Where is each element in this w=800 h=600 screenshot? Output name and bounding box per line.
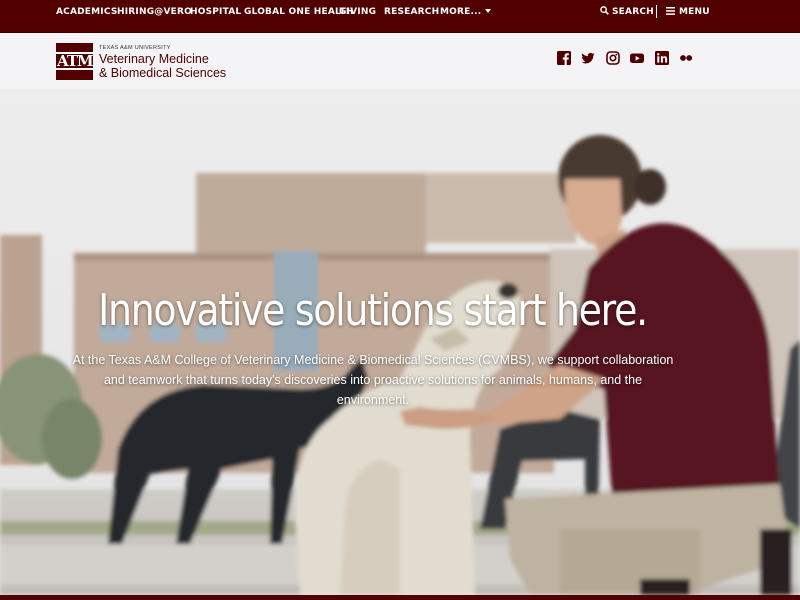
hero-headline: Innovative solutions start here. xyxy=(98,285,648,336)
bottom-maroon-bar xyxy=(0,595,800,600)
tamu-logo[interactable]: ATM xyxy=(56,43,94,80)
instagram-icon[interactable] xyxy=(606,51,620,65)
menu-label: MENU xyxy=(679,7,710,17)
nav-more-label: MORE... xyxy=(440,7,482,17)
linkedin-icon[interactable] xyxy=(655,51,669,65)
university-name: TEXAS A&M UNIVERSITY xyxy=(99,45,171,51)
tamu-logo-mark: ATM xyxy=(56,52,94,70)
hero-description: At the Texas A&M College of Veterinary M… xyxy=(72,353,674,407)
search-icon xyxy=(600,6,609,15)
youtube-icon[interactable] xyxy=(630,51,644,65)
hero-photo xyxy=(0,89,800,595)
twitter-icon[interactable] xyxy=(581,51,595,65)
college-name-line1: Veterinary Medicine xyxy=(99,52,209,66)
nav-hospital[interactable]: HOSPITAL xyxy=(190,0,241,24)
menu-button[interactable]: MENU xyxy=(666,0,710,24)
college-name-line2: & Biomedical Sciences xyxy=(99,65,227,80)
college-name[interactable]: Veterinary Medicine & Biomedical Science… xyxy=(99,52,227,80)
nav-divider xyxy=(656,5,657,18)
nav-more-dropdown[interactable]: MORE... xyxy=(440,0,492,24)
search-button[interactable]: SEARCH xyxy=(600,0,654,24)
hero-banner xyxy=(0,89,800,595)
nav-research[interactable]: RESEARCH xyxy=(384,0,439,24)
flickr-icon[interactable] xyxy=(679,51,693,65)
facebook-icon[interactable] xyxy=(557,51,571,65)
chevron-down-icon xyxy=(485,9,492,13)
nav-academics[interactable]: ACADEMICS xyxy=(56,0,118,24)
nav-global-one-health[interactable]: GLOBAL ONE HEALTH xyxy=(244,0,354,24)
nav-hiring-vero[interactable]: HIRING@VERO xyxy=(117,0,192,24)
site-header: ATM TEXAS A&M UNIVERSITY Veterinary Medi… xyxy=(0,33,800,89)
search-label: SEARCH xyxy=(612,7,654,17)
nav-giving[interactable]: GIVING xyxy=(339,0,376,24)
hamburger-icon xyxy=(666,7,675,15)
top-navigation: ACADEMICS HIRING@VERO HOSPITAL GLOBAL ON… xyxy=(0,0,800,33)
